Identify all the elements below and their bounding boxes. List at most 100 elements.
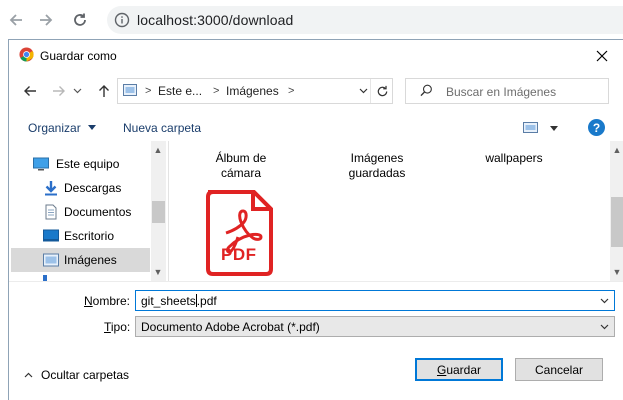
scroll-thumb[interactable] <box>611 197 623 247</box>
file-type-label-accelerator: T <box>104 320 111 334</box>
computer-icon <box>33 157 49 171</box>
file-name-line1: Álbum de <box>215 151 267 165</box>
browser-toolbar: localhost:3000/download <box>0 0 623 40</box>
scroll-down-button[interactable]: ▼ <box>610 265 623 279</box>
save-button-text: uardar <box>446 362 482 377</box>
refresh-button[interactable] <box>370 79 393 103</box>
file-type-value: Documento Adobe Acrobat (*.pdf) <box>141 320 320 334</box>
nav-label: Documentos <box>64 205 132 219</box>
save-button-accelerator: G <box>436 362 447 377</box>
reload-icon <box>74 13 86 26</box>
file-type-dropdown[interactable] <box>597 320 611 334</box>
save-button[interactable]: Guardar <box>415 358 503 381</box>
pdf-icon-label: PDF <box>221 245 257 264</box>
search-box[interactable]: Buscar en Imágenes <box>405 78 609 104</box>
nav-label: Descargas <box>64 181 122 195</box>
caret-down-icon <box>88 125 97 130</box>
chrome-logo-icon <box>19 47 34 65</box>
new-folder-button[interactable]: Nueva carpeta <box>123 121 201 135</box>
folder-wallpapers[interactable]: wallpapers <box>474 151 554 166</box>
file-name-before-caret: git_sheets <box>141 294 196 308</box>
nav-item-downloads[interactable]: Descargas <box>11 176 150 200</box>
browser-back-button[interactable] <box>4 8 28 32</box>
scroll-up-button[interactable]: ▲ <box>151 143 165 157</box>
dialog-titlebar: Guardar como <box>9 40 623 70</box>
folder-camera-roll[interactable]: Álbum de cámara <box>201 151 281 181</box>
hide-folders-toggle[interactable]: Ocultar carpetas <box>21 367 141 383</box>
nav-item-pictures[interactable]: Imágenes <box>11 248 150 272</box>
breadcrumb-separator: > <box>213 85 220 97</box>
forward-button[interactable] <box>49 81 69 101</box>
breadcrumb-separator: > <box>288 85 295 97</box>
back-button[interactable] <box>20 81 40 101</box>
close-button[interactable] <box>592 46 612 66</box>
file-name-line2: cámara <box>220 166 261 180</box>
pictures-icon <box>123 84 137 99</box>
search-icon <box>420 84 433 100</box>
help-icon: ? <box>592 120 601 135</box>
nav-item-this-pc[interactable]: Este equipo <box>11 152 150 176</box>
file-name-dropdown[interactable] <box>597 294 611 308</box>
pdf-file-item[interactable]: PDF <box>203 189 275 277</box>
file-name-label-text: ombre: <box>92 294 131 308</box>
dialog-title: Guardar como <box>40 49 117 63</box>
downloads-icon <box>45 181 57 196</box>
help-button[interactable]: ? <box>588 119 605 136</box>
search-placeholder: Buscar en Imágenes <box>446 85 557 99</box>
caret-down-icon <box>550 126 558 131</box>
breadcrumb-this-pc[interactable]: Este e... <box>158 84 202 98</box>
scroll-thumb[interactable] <box>152 201 165 223</box>
file-name-label-accelerator: N <box>84 294 93 308</box>
file-name-value: git_sheets.pdf <box>141 294 217 308</box>
arrow-up-icon <box>99 85 109 97</box>
file-type-label-text: ipo: <box>110 320 131 334</box>
navigation-pane: Este equipo Descargas Documentos Escrito… <box>9 141 166 281</box>
command-toolbar: Organizar Nueva carpeta ? <box>9 112 623 142</box>
recent-locations-button[interactable] <box>71 81 83 101</box>
nav-item-documents[interactable]: Documentos <box>11 200 150 224</box>
arrow-right-icon <box>53 86 65 96</box>
cancel-button-label: Cancelar <box>534 362 584 377</box>
scroll-up-button[interactable]: ▲ <box>610 143 623 157</box>
up-button[interactable] <box>94 81 114 101</box>
file-name-line1: Imágenes <box>350 151 404 165</box>
breadcrumb-dropdown[interactable] <box>356 82 370 100</box>
chevron-down-icon <box>600 324 608 330</box>
file-name-input[interactable]: git_sheets.pdf <box>135 290 615 311</box>
nav-label: Escritorio <box>64 229 115 243</box>
close-icon <box>596 50 608 62</box>
change-view-button[interactable] <box>523 120 559 136</box>
folder-saved-pictures[interactable]: Imágenes guardadas <box>337 151 417 181</box>
chevron-down-icon <box>600 298 608 304</box>
scroll-down-button[interactable]: ▼ <box>151 265 165 279</box>
hide-folders-label: Ocultar carpetas <box>41 368 130 382</box>
info-icon[interactable] <box>114 12 130 31</box>
url-text: localhost:3000/download <box>137 12 294 28</box>
documents-icon <box>45 204 57 220</box>
save-button-label: Guardar <box>437 363 481 377</box>
cancel-button[interactable]: Cancelar <box>515 358 603 381</box>
file-type-label: Tipo: <box>104 320 130 334</box>
breadcrumb-pictures[interactable]: Imágenes <box>226 84 279 98</box>
view-options-icon <box>523 122 538 133</box>
nav-pane-scrollbar[interactable]: ▲ ▼ <box>151 141 166 281</box>
arrow-left-icon <box>24 86 36 96</box>
browser-forward-button[interactable] <box>34 8 58 32</box>
pictures-icon <box>43 253 59 267</box>
desktop-icon <box>43 229 59 242</box>
file-name-label: Nombre: <box>84 294 130 308</box>
file-name-line1: wallpapers <box>485 151 543 165</box>
breadcrumb-bar[interactable]: > Este e... > Imágenes > <box>117 78 393 104</box>
nav-item-desktop[interactable]: Escritorio <box>11 224 150 248</box>
file-type-select[interactable]: Documento Adobe Acrobat (*.pdf) <box>135 316 615 337</box>
browser-reload-button[interactable] <box>68 8 92 32</box>
address-bar[interactable]: localhost:3000/download <box>107 6 623 34</box>
file-name-line2: guardadas <box>348 166 406 180</box>
file-list: Álbum de cámara Imágenes guardadas wallp… <box>168 141 623 281</box>
chevron-up-icon <box>24 372 33 378</box>
arrow-right-icon <box>40 14 53 26</box>
file-pane-scrollbar[interactable]: ▲ ▼ <box>610 141 623 281</box>
refresh-icon <box>377 85 387 96</box>
organize-menu[interactable]: Organizar <box>28 121 97 135</box>
save-as-dialog: Guardar como > Este e... > Imágenes > Bu… <box>8 39 623 400</box>
